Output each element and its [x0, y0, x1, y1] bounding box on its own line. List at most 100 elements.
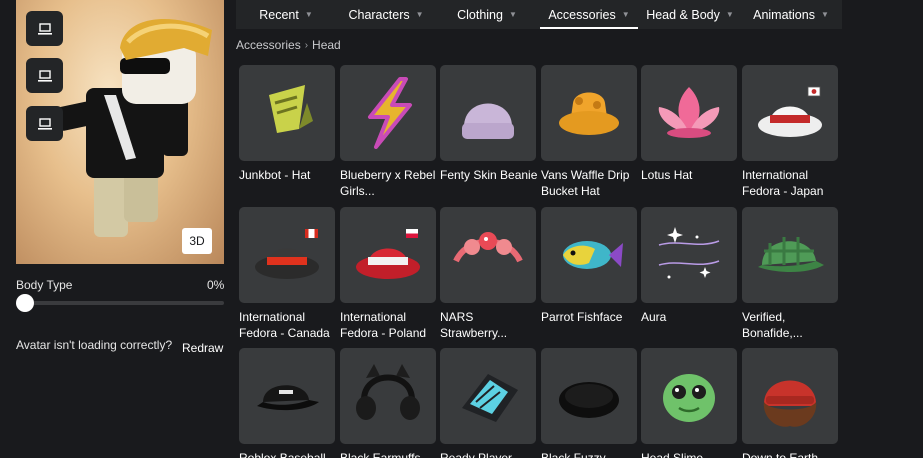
chevron-down-icon: ▼: [508, 10, 517, 19]
view-3d-button[interactable]: 3D: [182, 228, 212, 254]
breadcrumb: Accessories › Head: [236, 38, 341, 52]
item-name: International Fedora - Japan: [742, 168, 824, 198]
item-thumbnail[interactable]: [541, 65, 637, 161]
camera-button-2[interactable]: [26, 58, 63, 93]
body-type-slider-track[interactable]: [24, 301, 224, 305]
item-thumbnail[interactable]: [340, 348, 436, 444]
item-name: Junkbot - Hat: [239, 168, 311, 182]
item-name: NARS Strawberry...: [440, 310, 508, 340]
breadcrumb-accessories[interactable]: Accessories: [236, 38, 301, 52]
item-thumbnail[interactable]: [440, 348, 536, 444]
tab-head-body[interactable]: Head & Body ▼: [640, 0, 740, 29]
tab-label: Head & Body: [646, 7, 720, 22]
item-card[interactable]: Blueberry x Rebel Girls...: [340, 65, 436, 199]
item-card[interactable]: Ready Player...: [440, 348, 536, 458]
bucket-hat-icon: [559, 92, 619, 135]
item-thumbnail[interactable]: [641, 348, 737, 444]
tab-label: Accessories: [548, 7, 616, 22]
item-thumbnail[interactable]: [641, 207, 737, 303]
item-name: Roblox Baseball...: [239, 451, 336, 458]
item-card[interactable]: Down to Earth...: [742, 348, 838, 458]
item-name: Verified, Bonafide,...: [742, 310, 803, 340]
item-name: Blueberry x Rebel Girls...: [340, 168, 436, 198]
breadcrumb-head: Head: [312, 38, 341, 52]
hair-beanie-icon: [763, 380, 817, 427]
plaid-cap-icon: [758, 237, 824, 272]
tab-clothing[interactable]: Clothing ▼: [436, 0, 538, 29]
junkbot-hat-icon: [269, 85, 313, 133]
camera-button-1[interactable]: [26, 11, 63, 46]
item-name: Head Slime...: [641, 451, 714, 458]
item-name: Aura: [641, 310, 667, 324]
lotus-icon: [658, 87, 720, 138]
fedora-poland-icon: [356, 229, 420, 279]
avatar-preview[interactable]: 3D: [16, 0, 224, 264]
camera-button-3[interactable]: [26, 106, 63, 141]
item-thumbnail[interactable]: [541, 207, 637, 303]
item-card[interactable]: Aura: [641, 207, 737, 325]
item-thumbnail[interactable]: [742, 207, 838, 303]
laptop-icon: [37, 117, 52, 130]
slime-head-icon: [663, 374, 715, 422]
item-thumbnail[interactable]: [440, 65, 536, 161]
item-card[interactable]: Parrot Fishface: [541, 207, 637, 325]
redraw-button[interactable]: Redraw: [182, 341, 223, 355]
tab-accessories[interactable]: Accessories ▼: [538, 0, 640, 29]
item-card[interactable]: Roblox Baseball...: [239, 348, 336, 458]
tab-label: Recent: [259, 7, 299, 22]
earmuffs-icon: [356, 364, 420, 420]
item-card[interactable]: Black Earmuffs...: [340, 348, 436, 458]
item-thumbnail[interactable]: [440, 207, 536, 303]
item-card[interactable]: Vans Waffle Drip Bucket Hat: [541, 65, 637, 199]
fuzzy-hat-icon: [559, 382, 619, 418]
chevron-down-icon: ▼: [304, 10, 313, 19]
item-thumbnail[interactable]: [239, 348, 335, 444]
item-name: Down to Earth...: [742, 451, 829, 458]
sparkle-aura-icon: [658, 227, 720, 279]
tab-recent[interactable]: Recent ▼: [236, 0, 336, 29]
item-name: Black Fuzzy...: [541, 451, 615, 458]
tab-animations[interactable]: Animations ▼: [740, 0, 842, 29]
item-card[interactable]: Head Slime...: [641, 348, 737, 458]
item-thumbnail[interactable]: [239, 207, 335, 303]
item-name: Black Earmuffs...: [340, 451, 431, 458]
item-thumbnail[interactable]: [340, 207, 436, 303]
item-card[interactable]: Junkbot - Hat: [239, 65, 335, 183]
fedora-canada-icon: [255, 229, 319, 279]
parrot-fish-icon: [563, 241, 623, 269]
tab-label: Animations: [753, 7, 815, 22]
item-name: Parrot Fishface: [541, 310, 623, 324]
item-card[interactable]: Lotus Hat: [641, 65, 737, 183]
item-card[interactable]: NARS Strawberry...: [440, 207, 536, 341]
item-thumbnail[interactable]: [742, 348, 838, 444]
item-name: International Fedora - Poland: [340, 310, 427, 340]
item-card[interactable]: Fenty Skin Beanie: [440, 65, 537, 183]
baseball-cap-icon: [257, 385, 319, 411]
body-type-slider-thumb[interactable]: [16, 294, 34, 312]
item-thumbnail[interactable]: [742, 65, 838, 161]
body-type-value: 0%: [207, 278, 225, 292]
item-name: Vans Waffle Drip Bucket Hat: [541, 168, 630, 198]
body-type-label: Body Type: [16, 278, 73, 292]
ready-player-hat-icon: [462, 374, 518, 422]
item-thumbnail[interactable]: [541, 348, 637, 444]
laptop-icon: [37, 22, 52, 35]
beanie-icon: [462, 103, 514, 139]
chevron-down-icon: ▼: [415, 10, 424, 19]
item-card[interactable]: Black Fuzzy...: [541, 348, 637, 458]
tab-label: Clothing: [457, 7, 503, 22]
tab-label: Characters: [348, 7, 410, 22]
item-card[interactable]: International Fedora - Canada: [239, 207, 335, 341]
lightning-bolt-icon: [368, 77, 412, 149]
item-card[interactable]: International Fedora - Poland: [340, 207, 436, 341]
category-tabs: Recent ▼ Characters ▼ Clothing ▼ Accessorie…: [236, 0, 842, 29]
chevron-right-icon: ›: [304, 39, 309, 51]
item-name: Fenty Skin Beanie: [440, 168, 538, 182]
item-thumbnail[interactable]: [641, 65, 737, 161]
item-card[interactable]: Verified, Bonafide,...: [742, 207, 838, 341]
item-thumbnail[interactable]: [340, 65, 436, 161]
item-thumbnail[interactable]: [239, 65, 335, 161]
tab-characters[interactable]: Characters ▼: [336, 0, 436, 29]
item-card[interactable]: International Fedora - Japan: [742, 65, 838, 199]
chevron-down-icon: ▼: [820, 10, 829, 19]
